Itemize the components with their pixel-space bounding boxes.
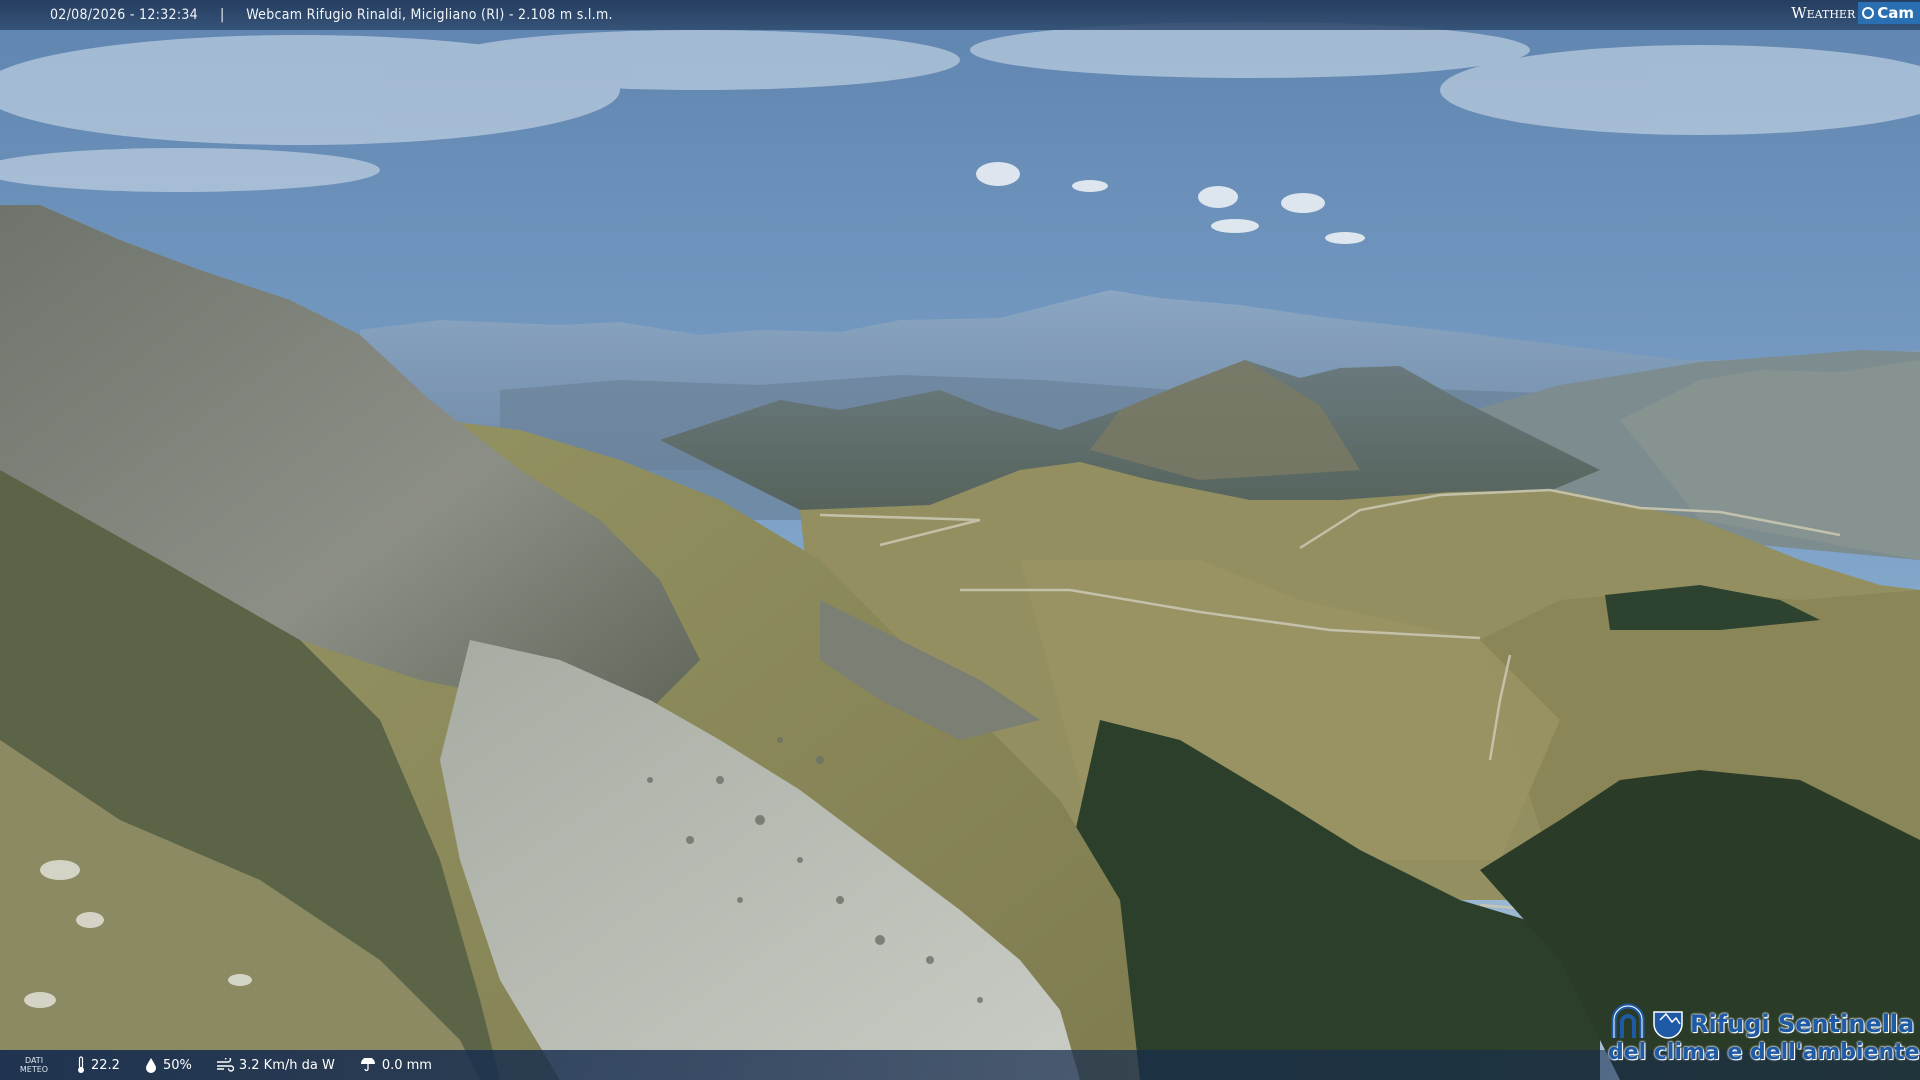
droplet-icon bbox=[145, 1058, 156, 1073]
weathercam-logo: Weather Cam bbox=[1791, 0, 1920, 26]
humidity-reading: 50% bbox=[144, 1057, 192, 1073]
webcam-info-bar: 02/08/2026 - 12:32:34 | Webcam Rifugio R… bbox=[0, 0, 1920, 30]
rain-icon bbox=[360, 1058, 375, 1072]
rain-value: 0.0 mm bbox=[381, 1057, 432, 1073]
brand-cam-text: Cam bbox=[1877, 4, 1914, 22]
brand-weather-text: Weather bbox=[1791, 4, 1856, 22]
rifugi-sentinella-logo: Rifugi Sentinella del clima e dell'ambie… bbox=[1608, 1000, 1920, 1072]
temperature-value: 22.2 bbox=[91, 1057, 120, 1073]
camera-lens-icon bbox=[1862, 7, 1875, 19]
webcam-landscape bbox=[0, 0, 1920, 1080]
logo-title: Rifugi Sentinella bbox=[1690, 1010, 1915, 1038]
thermometer-icon bbox=[78, 1056, 84, 1073]
separator: | bbox=[220, 7, 225, 23]
logo-subtitle: del clima e dell'ambiente bbox=[1608, 1040, 1920, 1065]
wind-reading: 3.2 Km/h da W bbox=[216, 1058, 335, 1073]
wind-icon bbox=[216, 1058, 234, 1072]
wind-value: 3.2 Km/h da W bbox=[238, 1057, 335, 1073]
brand-cam-badge: Cam bbox=[1858, 2, 1920, 24]
cnr-emblem-icon bbox=[1611, 1003, 1683, 1039]
humidity-value: 50% bbox=[162, 1057, 192, 1073]
station-name: Webcam Rifugio Rinaldi, Micigliano (RI) … bbox=[246, 7, 613, 23]
weather-data-label: DATI METEO bbox=[19, 1056, 49, 1074]
rain-reading: 0.0 mm bbox=[359, 1058, 432, 1073]
capture-timestamp: 02/08/2026 - 12:32:34 bbox=[50, 7, 198, 23]
temperature-reading: 22.2 bbox=[76, 1056, 120, 1074]
